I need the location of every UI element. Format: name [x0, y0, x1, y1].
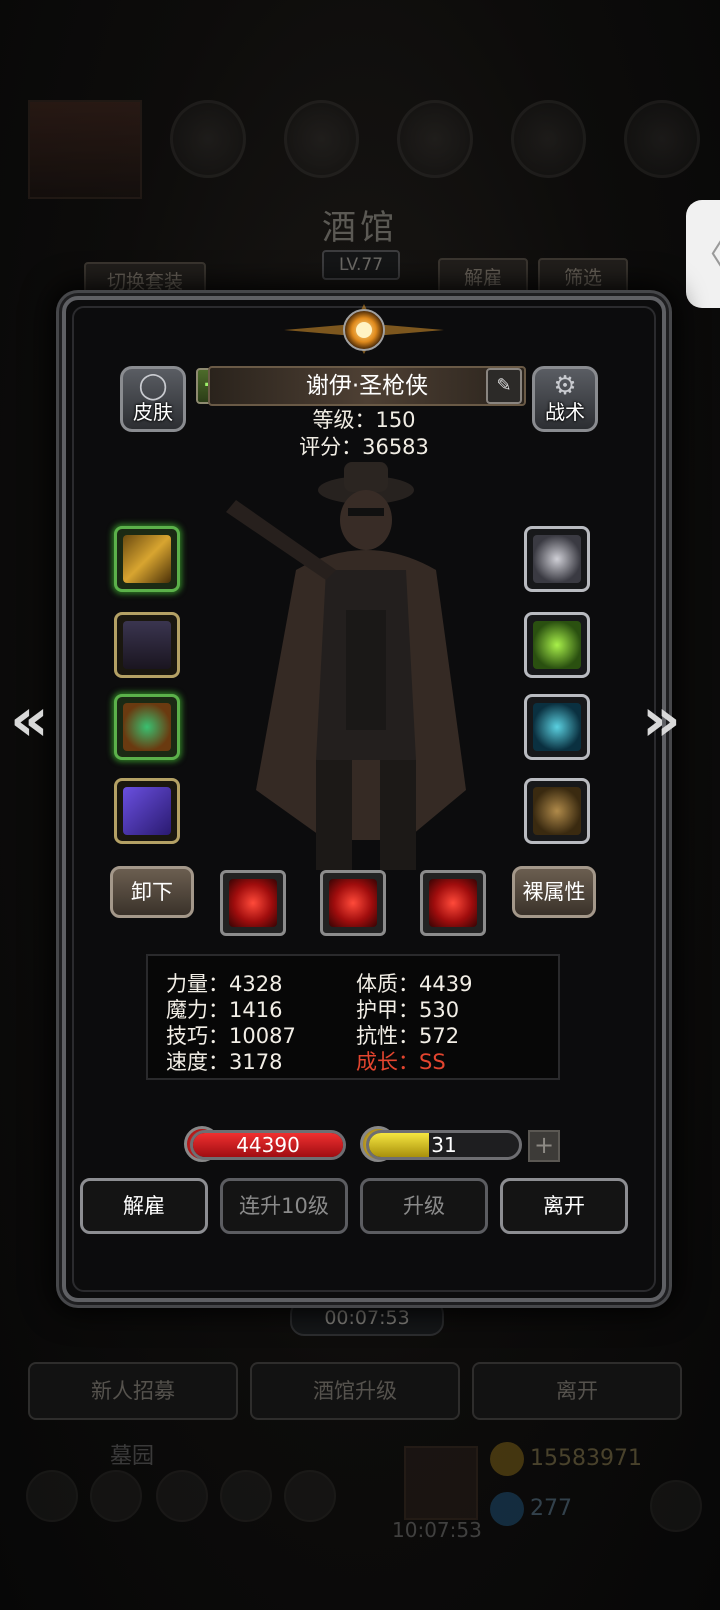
- level-up-button[interactable]: 升级: [360, 1178, 488, 1234]
- hero-name: 谢伊·圣枪侠: [208, 366, 526, 406]
- stats-panel: 力量：4328 魔力：1416 技巧：10087 速度：3178 体质：4439…: [146, 954, 560, 1080]
- filter-button[interactable]: 筛选: [538, 258, 628, 298]
- bottom-bar: 墓园 10:07:53 15583971 277: [20, 1440, 702, 1550]
- add-energy-button[interactable]: +: [528, 1130, 560, 1162]
- purple-tome-icon: [123, 787, 171, 835]
- gift-timer: 10:07:53: [392, 1518, 482, 1542]
- skill-slot-1[interactable]: [220, 870, 286, 936]
- scroll-icon: [624, 100, 700, 178]
- gem-amount: 277: [530, 1496, 572, 1521]
- dismiss-button[interactable]: 解雇: [80, 1178, 208, 1234]
- level-up-10-button[interactable]: 连升10级: [220, 1178, 348, 1234]
- hero-detail-panel: ◯ 皮肤 + 谢伊·圣枪侠 ✎ ⚙ 战术 等级：150 评分：36583 卸下 …: [62, 296, 666, 1302]
- stat-growth: 成长：SS: [356, 1050, 446, 1074]
- add-currency-icon[interactable]: [650, 1480, 702, 1532]
- unequip-button[interactable]: 卸下: [110, 866, 194, 918]
- swirl-skill-icon: [329, 879, 377, 927]
- equip-slot-armor[interactable]: [114, 612, 180, 678]
- gift-box-icon[interactable]: [404, 1446, 478, 1520]
- side-drawer-tab[interactable]: 〈: [686, 200, 720, 308]
- hero-icon[interactable]: [156, 1470, 208, 1522]
- chevron-left-icon: 〈: [694, 230, 720, 274]
- emblem-icon: [284, 304, 444, 354]
- top-resource-icons: [20, 100, 700, 200]
- hero-level: 等级：150: [312, 408, 416, 432]
- leave-button[interactable]: 离开: [500, 1178, 628, 1234]
- hero-portrait: [226, 462, 466, 870]
- next-hero-arrow-icon[interactable]: »: [642, 690, 686, 750]
- target-skill-icon: [429, 879, 477, 927]
- emerald-amulet-icon: [123, 703, 171, 751]
- skill-slot-3[interactable]: [420, 870, 486, 936]
- tavern-title: 酒馆: [322, 208, 398, 248]
- coat-armor-icon: [123, 621, 171, 669]
- recruit-button[interactable]: 新人招募: [28, 1362, 238, 1420]
- energy-value: 31: [431, 1133, 457, 1157]
- menu-icon[interactable]: [26, 1470, 78, 1522]
- blue-gem-icon: [533, 703, 581, 751]
- crosshair-skill-icon: [229, 879, 277, 927]
- edit-name-icon[interactable]: ✎: [486, 368, 522, 404]
- equip-slot-book[interactable]: [114, 778, 180, 844]
- bg-dismiss-button[interactable]: 解雇: [438, 258, 528, 298]
- coin-icon: [170, 100, 246, 178]
- prev-hero-arrow-icon[interactable]: «: [10, 690, 54, 750]
- equip-slot-crystal[interactable]: [524, 612, 590, 678]
- base-stats-button[interactable]: 裸属性: [512, 866, 596, 918]
- equip-slot-bell[interactable]: [524, 778, 590, 844]
- gem-icon: [490, 1492, 524, 1526]
- equip-slot-weapon[interactable]: [114, 526, 180, 592]
- green-crystal-icon: [533, 621, 581, 669]
- bg-leave-button[interactable]: 离开: [472, 1362, 682, 1420]
- bag-icon[interactable]: [90, 1470, 142, 1522]
- hp-value: 44390: [236, 1133, 300, 1157]
- wing-icon: [510, 100, 587, 178]
- equip-slot-amulet[interactable]: [114, 694, 180, 760]
- shield-icon: [283, 100, 360, 178]
- book-icon: [397, 100, 473, 178]
- energy-bar: 31: [366, 1130, 522, 1160]
- equip-slot-charm[interactable]: [524, 526, 590, 592]
- stat-speed: 速度：3178: [166, 1050, 283, 1074]
- skill-icon[interactable]: [284, 1470, 336, 1522]
- bronze-bell-icon: [533, 787, 581, 835]
- skill-slot-2[interactable]: [320, 870, 386, 936]
- golden-gun-icon: [123, 535, 171, 583]
- graveyard-label: 墓园: [110, 1444, 155, 1469]
- tavern-level: LV.77: [322, 250, 400, 280]
- upgrade-tavern-button[interactable]: 酒馆升级: [250, 1362, 460, 1420]
- cloud-charm-icon: [533, 535, 581, 583]
- gold-icon: [490, 1442, 524, 1476]
- map-icon[interactable]: [220, 1470, 272, 1522]
- hp-bar: 44390: [190, 1130, 346, 1160]
- tavern-timer: 00:07:53: [290, 1300, 444, 1336]
- hero-score: 评分：36583: [299, 435, 429, 459]
- gold-amount: 15583971: [530, 1446, 642, 1471]
- equip-slot-gem[interactable]: [524, 694, 590, 760]
